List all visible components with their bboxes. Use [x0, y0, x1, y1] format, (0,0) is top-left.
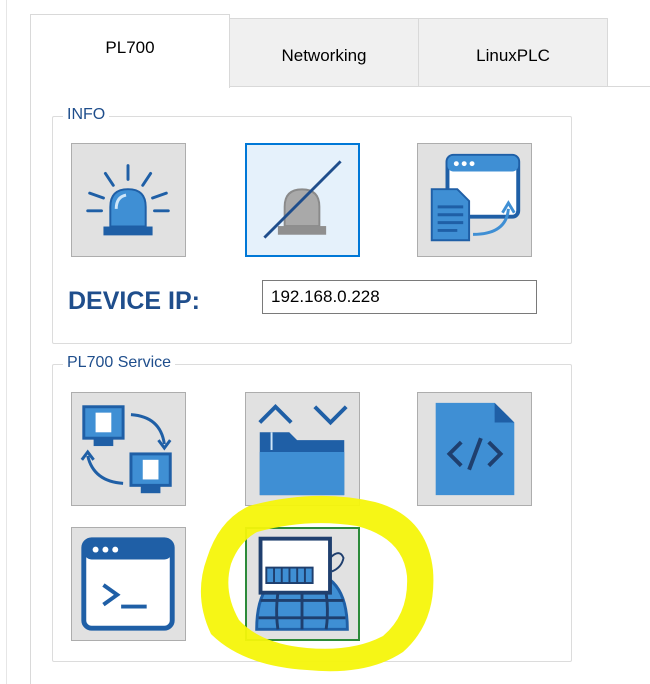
code-file-button[interactable] — [417, 392, 532, 506]
tab-linuxplc[interactable]: LinuxPLC — [418, 18, 608, 87]
folder-updown-button[interactable] — [245, 392, 360, 506]
folder-updown-icon — [258, 403, 348, 496]
computer-sync-button[interactable] — [71, 392, 186, 506]
window-document-export-button[interactable] — [417, 143, 532, 257]
beacon-icon — [86, 164, 170, 236]
device-ip-field[interactable]: 192.168.0.228 — [262, 280, 537, 314]
window-document-export-icon — [430, 153, 521, 242]
info-group-legend: INFO — [63, 106, 110, 124]
terminal-window-button[interactable] — [71, 527, 186, 641]
window-panel: PL700 Networking LinuxPLC INFO DEVICE IP… — [0, 0, 650, 684]
highlight-annotation — [200, 495, 434, 672]
beacon-button[interactable] — [71, 143, 186, 257]
beacon-off-icon — [263, 160, 342, 239]
code-file-icon — [435, 402, 515, 496]
computer-sync-icon — [80, 405, 172, 494]
left-divider — [6, 0, 7, 684]
tab-networking[interactable]: Networking — [229, 18, 419, 87]
tab-pl700[interactable]: PL700 — [30, 14, 230, 88]
device-ip-label: DEVICE IP: — [68, 287, 200, 315]
service-group-legend: PL700 Service — [63, 354, 176, 372]
beacon-off-button[interactable] — [245, 143, 360, 257]
terminal-window-icon — [81, 537, 175, 631]
